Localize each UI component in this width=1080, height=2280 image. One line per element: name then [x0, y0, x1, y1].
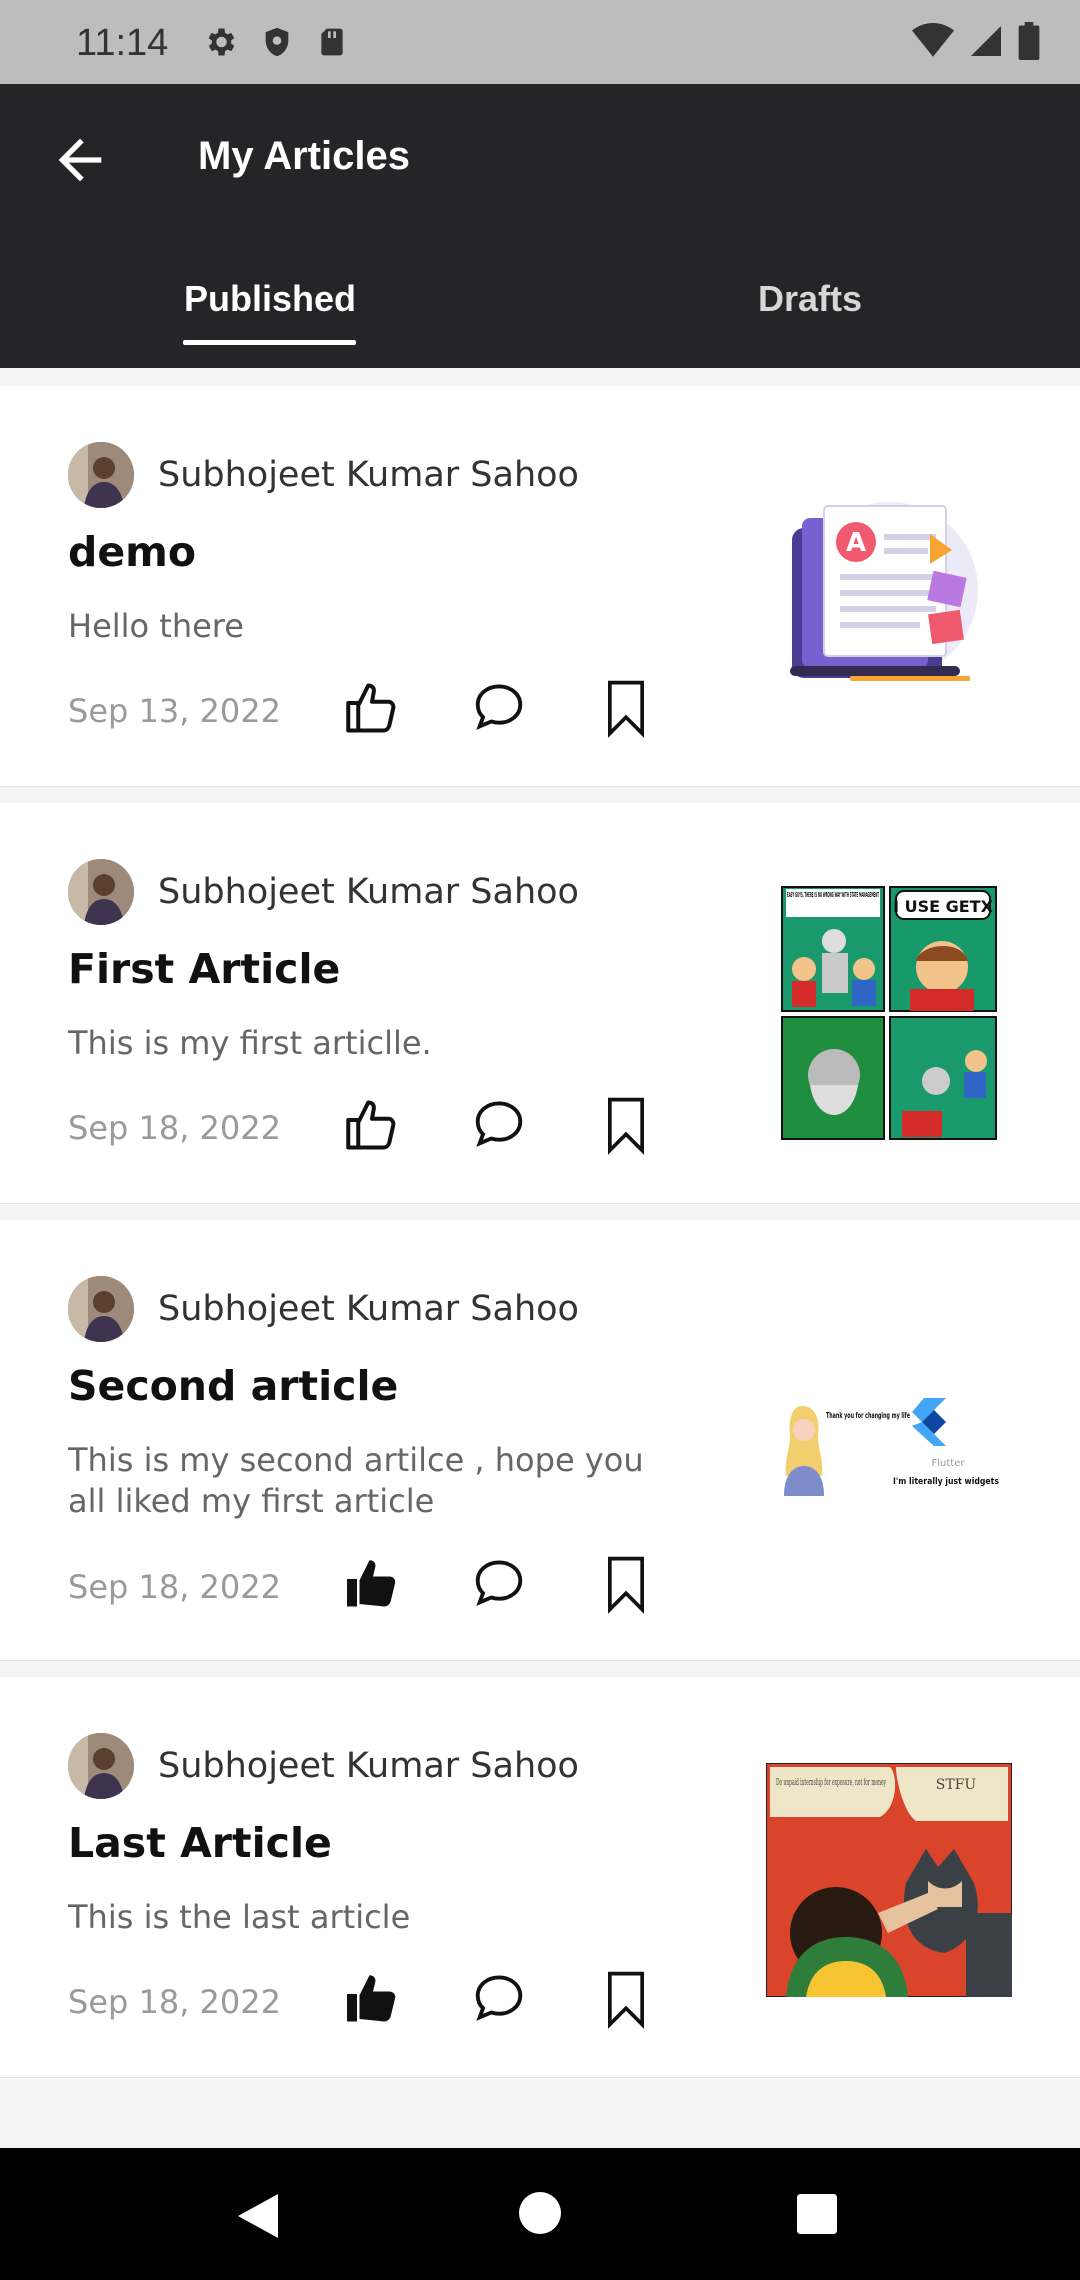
article-title: First Article — [68, 945, 341, 993]
article-thumbnail: A — [780, 498, 990, 688]
tab-drafts[interactable]: Drafts — [540, 264, 1080, 368]
sd-card-icon — [316, 24, 348, 65]
thumb-up-outline-icon — [346, 1100, 396, 1150]
article-body: This is the last article — [68, 1898, 411, 1936]
bookmark-icon — [608, 1556, 644, 1614]
svg-text:A: A — [846, 528, 866, 558]
page-title: My Articles — [198, 134, 410, 178]
thumb-up-filled-icon — [347, 1560, 396, 1607]
comment-icon — [475, 1975, 523, 2021]
signal-icon — [968, 23, 1004, 64]
battery-icon — [1018, 22, 1040, 65]
comment-button[interactable] — [470, 1095, 530, 1155]
settings-icon — [202, 24, 238, 65]
avatar — [68, 442, 134, 508]
article-body: This is my first articlle. — [68, 1024, 432, 1062]
bookmark-icon — [608, 680, 644, 738]
comment-button[interactable] — [470, 678, 530, 738]
tab-published[interactable]: Published — [0, 264, 540, 368]
back-triangle-icon — [238, 2194, 278, 2238]
article-card[interactable]: Subhojeet Kumar Sahoo First Article This… — [0, 803, 1080, 1204]
shield-icon — [260, 24, 294, 65]
avatar — [68, 1276, 134, 1342]
bookmark-icon — [608, 1971, 644, 2029]
author-name: Subhojeet Kumar Sahoo — [158, 1746, 579, 1786]
tab-indicator — [183, 340, 356, 345]
avatar — [68, 1733, 134, 1799]
comment-icon — [475, 1101, 523, 1147]
bookmark-icon — [608, 1097, 644, 1155]
comment-button[interactable] — [470, 1969, 530, 2029]
like-button[interactable] — [342, 1969, 402, 2029]
like-button[interactable] — [342, 1554, 402, 1614]
nav-recents-button[interactable] — [797, 2194, 837, 2234]
article-date: Sep 18, 2022 — [68, 1568, 281, 1606]
tab-bar: Published Drafts — [0, 264, 1080, 368]
bookmark-button[interactable] — [598, 1095, 658, 1155]
arrow-left-icon — [58, 138, 102, 182]
wifi-icon — [912, 23, 954, 64]
comment-button[interactable] — [470, 1554, 530, 1614]
thumb-up-outline-icon — [346, 683, 396, 733]
home-circle-icon — [519, 2192, 561, 2234]
article-list: Subhojeet Kumar Sahoo demo Hello there S… — [0, 370, 1080, 2078]
article-thumbnail: Do unpaid internship for exposure, not f… — [765, 1762, 1013, 1998]
article-date: Sep 13, 2022 — [68, 692, 281, 730]
bookmark-button[interactable] — [598, 1554, 658, 1614]
article-body: This is my second artilce , hope you all… — [68, 1441, 644, 1520]
article-date: Sep 18, 2022 — [68, 1983, 281, 2021]
article-date: Sep 18, 2022 — [68, 1109, 281, 1147]
system-nav-bar — [0, 2148, 1080, 2280]
status-time: 11:14 — [76, 22, 169, 64]
article-thumbnail: EASY GUYS, THERE IS NO WRONG WAY WITH ST… — [780, 885, 998, 1141]
meme-caption-3: I'm literally just widgets — [893, 1477, 999, 1487]
avatar — [68, 859, 134, 925]
recents-square-icon — [797, 2194, 837, 2234]
author-name: Subhojeet Kumar Sahoo — [158, 1289, 579, 1329]
article-title: Last Article — [68, 1819, 332, 1867]
article-title: demo — [68, 528, 197, 576]
nav-home-button[interactable] — [519, 2192, 561, 2234]
author-name: Subhojeet Kumar Sahoo — [158, 455, 579, 495]
meme-caption-1: Thank you for changing my life — [826, 1411, 910, 1420]
meme-caption-2: STFU — [936, 1777, 977, 1793]
article-title: Second article — [68, 1362, 399, 1410]
comment-icon — [475, 1560, 523, 1606]
article-card[interactable]: Subhojeet Kumar Sahoo Second article Thi… — [0, 1220, 1080, 1661]
author-name: Subhojeet Kumar Sahoo — [158, 872, 579, 912]
meme-caption-2: Flutter — [932, 1458, 966, 1469]
bookmark-button[interactable] — [598, 1969, 658, 2029]
back-button[interactable] — [48, 128, 112, 192]
article-body: Hello there — [68, 607, 244, 645]
app-bar: My Articles Published Drafts — [0, 84, 1080, 368]
nav-back-button[interactable] — [234, 2190, 282, 2242]
status-bar: 11:14 — [0, 0, 1080, 84]
thumb-up-filled-icon — [347, 1975, 396, 2022]
comment-icon — [475, 684, 523, 730]
bookmark-button[interactable] — [598, 678, 658, 738]
article-card[interactable]: Subhojeet Kumar Sahoo Last Article This … — [0, 1677, 1080, 2078]
article-thumbnail: Thank you for changing my life Flutter I… — [776, 1396, 1002, 1496]
comic-caption-1: EASY GUYS, THERE IS NO WRONG WAY WITH ST… — [787, 891, 879, 899]
comic-caption-2: I USE GETX — [893, 897, 994, 916]
meme-caption-1: Do unpaid internship for exposure, not f… — [776, 1778, 886, 1788]
like-button[interactable] — [342, 678, 402, 738]
article-card[interactable]: Subhojeet Kumar Sahoo demo Hello there S… — [0, 386, 1080, 787]
like-button[interactable] — [342, 1095, 402, 1155]
